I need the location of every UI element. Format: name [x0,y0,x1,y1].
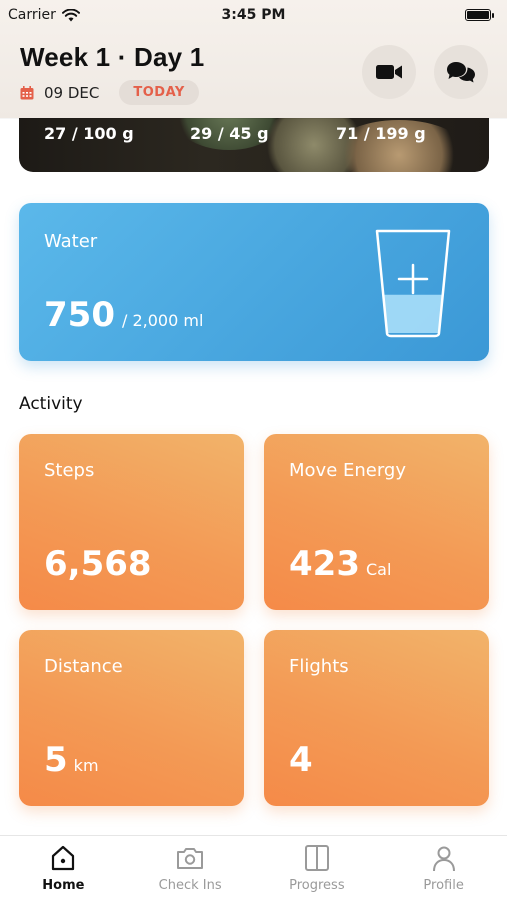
distance-unit: km [73,756,99,775]
steps-card[interactable]: Steps 6,568 [19,434,244,610]
tab-bar: Home Check Ins Progress Profile [0,835,507,900]
status-time: 3:45 PM [221,7,286,23]
tab-check-ins-label: Check Ins [158,878,222,893]
distance-card[interactable]: Distance 5 km [19,630,244,806]
water-label: Water [44,231,98,252]
date-row[interactable]: 09 DEC TODAY [20,80,199,105]
tab-progress[interactable]: Progress [254,836,381,900]
water-value: 750 [44,295,115,335]
status-bar: Carrier 3:45 PM [0,0,507,30]
carrier-label: Carrier [8,7,56,23]
tab-profile-label: Profile [423,878,464,893]
distance-label: Distance [44,656,123,677]
move-energy-value: 423 [289,544,360,584]
tab-progress-label: Progress [289,878,345,893]
tab-profile[interactable]: Profile [380,836,507,900]
distance-value: 5 [44,740,68,780]
move-energy-label: Move Energy [289,460,407,481]
tab-check-ins[interactable]: Check Ins [127,836,254,900]
calendar-icon [20,85,34,99]
page-title: Week 1 · Day 1 [20,42,205,72]
chat-bubbles-icon [447,62,475,83]
chat-button[interactable] [434,45,488,99]
water-glass-plus-icon[interactable] [373,227,453,339]
steps-value: 6,568 [44,544,152,584]
steps-label: Steps [44,460,95,481]
activity-section-title: Activity [19,394,83,414]
person-icon [432,846,455,872]
split-panel-icon [304,845,329,871]
move-energy-card[interactable]: Move Energy 423 Cal [264,434,489,610]
home-icon [52,845,75,871]
video-call-button[interactable] [362,45,416,99]
camera-icon [177,848,204,869]
tab-home-label: Home [42,878,85,893]
water-goal: / 2,000 ml [122,311,204,330]
header: Carrier 3:45 PM Week 1 · Day 1 09 DEC TO… [0,0,507,118]
nutrition-value-protein: 27 / 100 g [44,124,134,143]
tab-home[interactable]: Home [0,836,127,900]
today-badge[interactable]: TODAY [119,80,199,105]
flights-label: Flights [289,656,349,677]
header-date: 09 DEC [44,83,100,102]
wifi-icon [61,8,80,21]
flights-value: 4 [289,740,313,780]
video-camera-icon [376,65,402,79]
water-card[interactable]: Water 750 / 2,000 ml [19,203,489,361]
nutrition-value-carbs: 71 / 199 g [336,124,426,143]
move-energy-unit: Cal [365,560,392,579]
battery-icon [465,9,494,21]
nutrition-value-fat: 29 / 45 g [190,124,269,143]
flights-card[interactable]: Flights 4 [264,630,489,806]
